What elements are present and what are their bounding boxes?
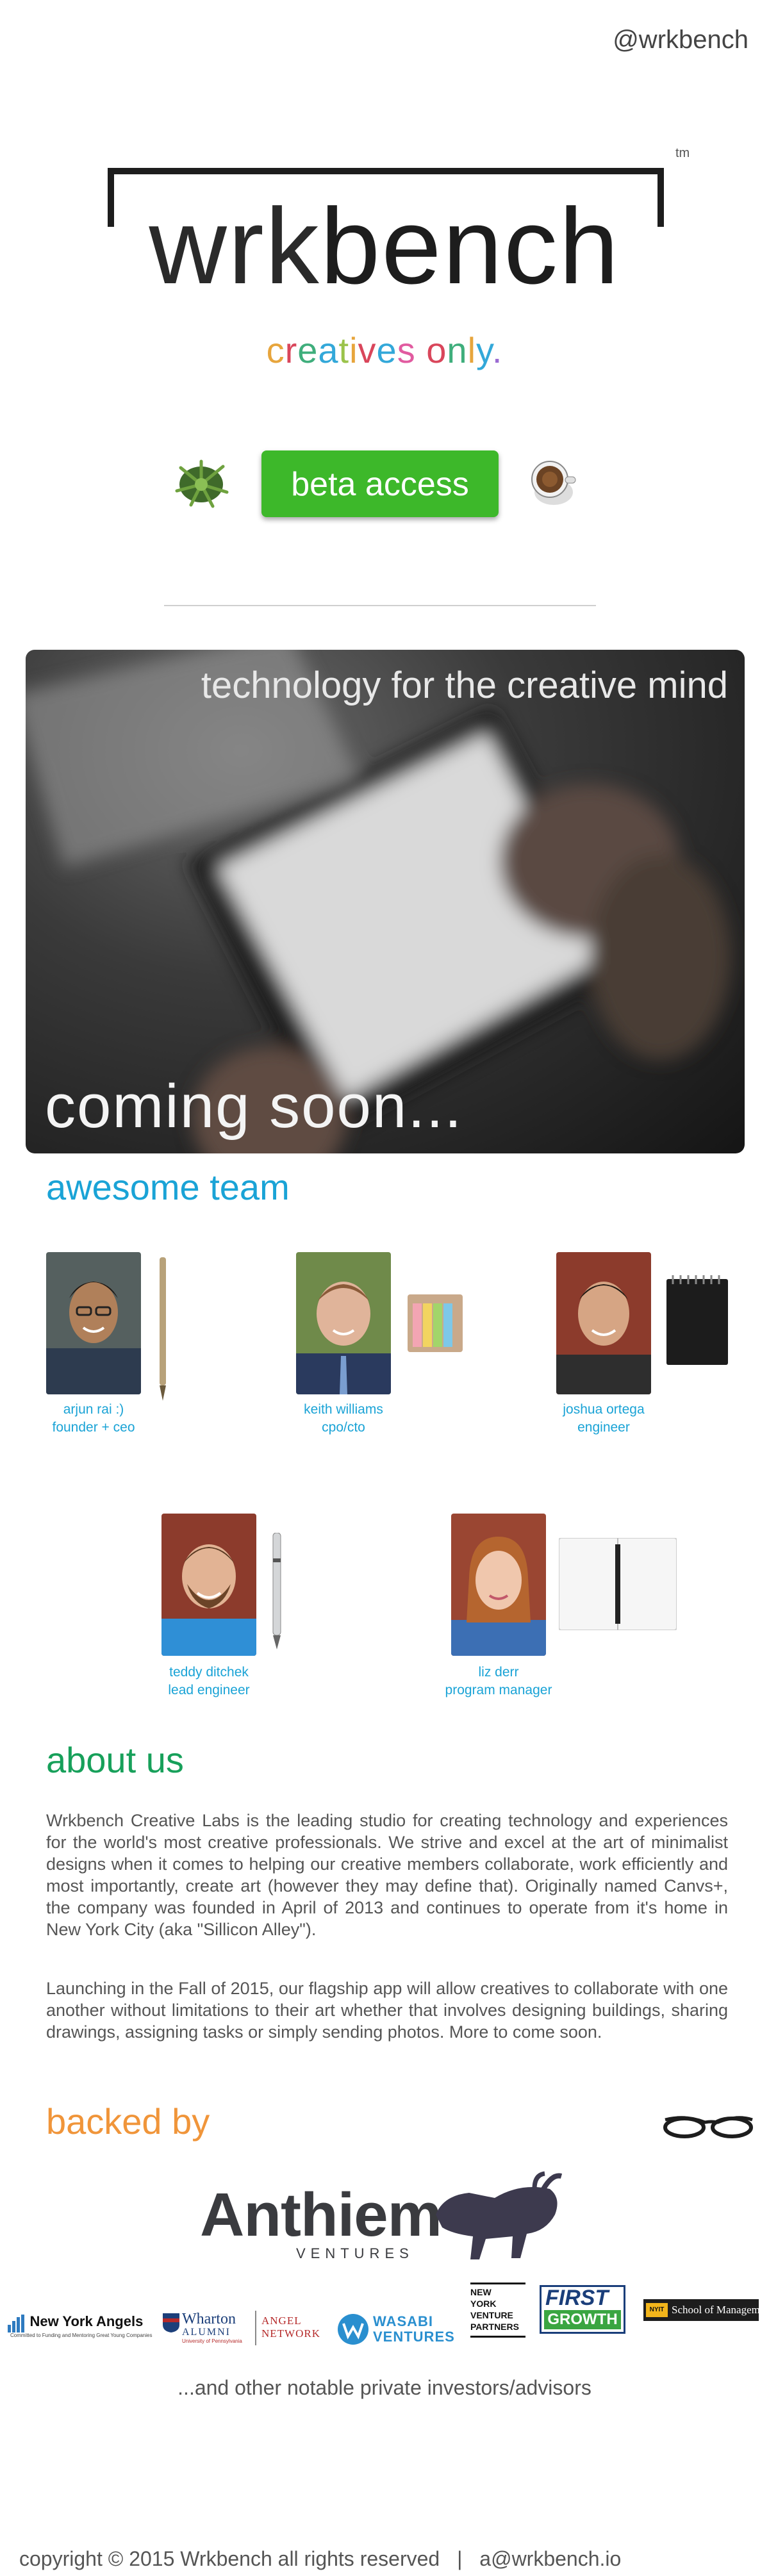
copyright-text: copyright © 2015 Wrkbench all rights res… [19,2547,440,2570]
beta-access-button[interactable]: beta access [261,450,499,517]
tagline-letter: o [426,330,447,370]
member-name: arjun rai :) [63,1402,124,1417]
team-photo-teddy [161,1514,256,1656]
tagline-letter [416,330,427,370]
logo-wordmark: wrkbench [0,192,769,300]
anthiem-logo-text[interactable]: Anthiem [200,2180,442,2250]
member-role: founder + ceo [52,1420,135,1435]
angel-text: ANGEL [261,2315,302,2327]
team-member-arjun: arjun rai :) founder + ceo [23,1401,164,1437]
anthiem-ventures-text: VENTURES [296,2245,414,2261]
nyit-badge: NYIT [646,2303,668,2317]
wharton-divider [255,2311,256,2345]
member-role: lead engineer [168,1683,250,1697]
tagline-letter: i [349,330,358,370]
wasabi-circle-icon [338,2314,368,2345]
nyit-som-logo[interactable]: NYIT School of Management [643,2299,769,2321]
tagline-letter: t [338,330,350,370]
tagline-letter: n [447,330,468,370]
tagline-letter: r [285,330,298,370]
open-notebook-icon [559,1538,677,1630]
nya-subtext: Committed to Funding and Mentoring Great… [10,2332,153,2338]
new-york-angels-logo[interactable]: New York Angels Committed to Funding and… [8,2313,155,2338]
wharton-alumni: ALUMNI [182,2327,231,2338]
tagline-letter: c [266,330,285,370]
member-name: joshua ortega [563,1402,645,1417]
eyeglasses-icon [663,2116,753,2138]
other-investors-text: ...and other notable private investors/a… [178,2376,591,2399]
contact-email-link[interactable]: a@wrkbench.io [479,2547,621,2570]
tagline-letter: . [492,330,503,370]
about-paragraph-2: Launching in the Fall of 2015, our flags… [46,1979,728,2042]
wasabi-ventures-logo[interactable]: WASABI VENTURES [337,2311,459,2347]
pen-icon [160,1257,166,1401]
member-role: program manager [445,1683,552,1697]
tagline: creatives only. [0,329,769,371]
trademark-mark: tm [675,146,690,160]
logo-text-bold: bench [320,186,620,306]
nyvp-name: NEW YORK VENTURE PARTNERS [470,2287,519,2332]
about-paragraph-1: Wrkbench Creative Labs is the leading st… [46,1811,728,1939]
about-section-title: about us [46,1740,184,1780]
team-member-keith: keith williams cpo/cto [273,1401,414,1437]
growth-text: GROWTH [547,2311,618,2328]
team-section-title: awesome team [46,1167,290,1207]
tagline-letter: s [397,330,416,370]
coffee-cup-icon [531,461,576,505]
member-role: cpo/cto [322,1420,365,1435]
tagline-letter: y [476,330,492,370]
team-photo-arjun [46,1252,141,1394]
wasabi-name: WASABI [373,2313,433,2329]
coming-soon-text: coming soon... [45,1072,463,1141]
wharton-name: Wharton [182,2311,236,2327]
wharton-angel-network-logo[interactable]: Wharton ALUMNI University of Pennsylvani… [163,2311,323,2347]
section-divider [164,605,596,606]
tagline-letter: a [318,330,339,370]
member-role: engineer [577,1420,630,1435]
tagline-letter: e [376,330,397,370]
tagline-letter: v [358,330,377,370]
pen-icon [272,1533,281,1649]
network-text: NETWORK [261,2327,320,2340]
som-text: School of Management [672,2304,769,2316]
member-name: liz derr [478,1665,519,1680]
succulent-plant-icon [175,459,229,508]
team-member-joshua: joshua ortega engineer [533,1401,674,1437]
first-text: FIRST [545,2286,609,2310]
team-photo-keith [296,1252,391,1394]
tagline-letter: e [297,330,318,370]
team-member-teddy: teddy ditchek lead engineer [138,1664,279,1699]
twitter-handle-link[interactable]: @wrkbench [613,26,748,54]
nya-name: New York Angels [29,2313,144,2329]
member-name: keith williams [304,1402,383,1417]
notebook-icon [666,1275,728,1365]
team-photo-joshua [556,1252,651,1394]
tagline-letter: l [467,330,477,370]
hero-headline: technology for the creative mind [201,665,728,706]
nya-bars-icon [8,2314,24,2332]
backed-section-title: backed by [46,2101,210,2142]
hero-banner: technology for the creative mind coming … [26,650,745,1153]
wharton-subtext: University of Pennsylvania [182,2338,242,2344]
wharton-shield-icon [163,2313,179,2332]
bull-logo-icon [436,2171,563,2259]
member-name: teddy ditchek [169,1665,249,1680]
sticky-notes-icon [408,1294,463,1352]
team-photo-liz [451,1514,546,1656]
nyvp-logo[interactable]: NEW YORK VENTURE PARTNERS [470,2283,525,2338]
footer: copyright © 2015 Wrkbench all rights res… [19,2547,621,2571]
growth-bar: GROWTH [544,2310,621,2329]
team-member-liz: liz derr program manager [428,1664,569,1699]
wasabi-ventures: VENTURES [373,2329,455,2345]
logo-text-light: wrk [149,186,320,306]
footer-separator: | [457,2547,463,2570]
first-growth-logo[interactable]: FIRST GROWTH [540,2285,625,2334]
